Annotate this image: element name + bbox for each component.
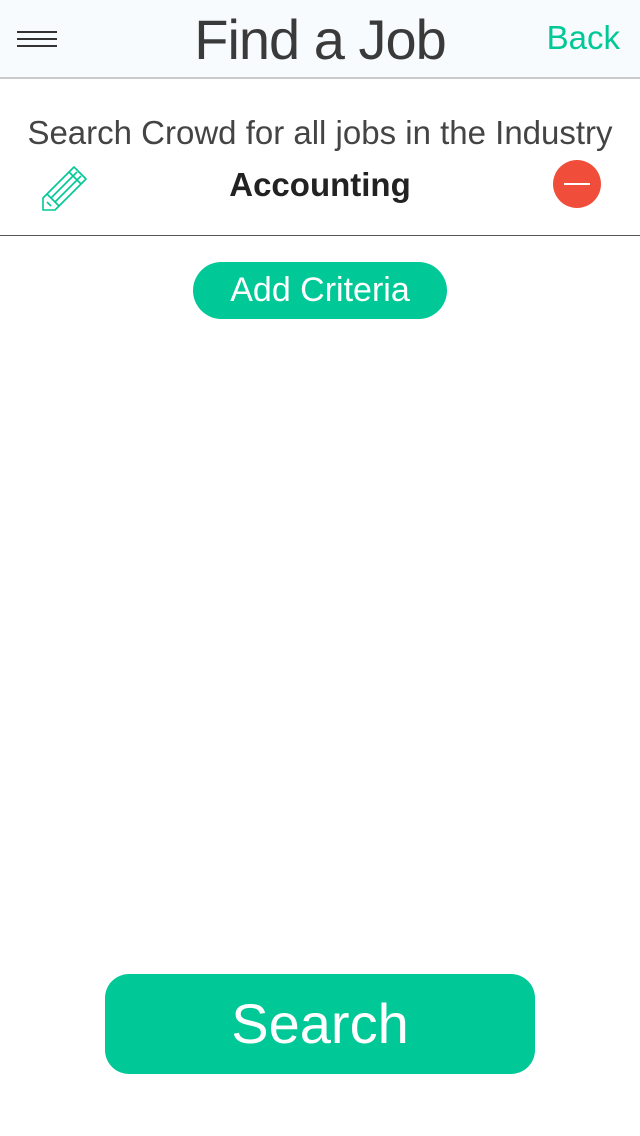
industry-criteria-row: Search Crowd for all jobs in the Industr… (0, 79, 640, 236)
menu-icon-line-middle (17, 38, 57, 40)
menu-icon-line-top (17, 31, 57, 33)
criteria-description: Search Crowd for all jobs in the Industr… (27, 114, 613, 151)
menu-icon-line-bottom (17, 45, 57, 47)
industry-value: Accounting (229, 166, 411, 203)
add-criteria-button[interactable]: Add Criteria (193, 262, 447, 319)
remove-criteria-button[interactable] (553, 160, 601, 208)
back-button[interactable]: Back (547, 18, 620, 58)
search-button[interactable]: Search (105, 974, 535, 1074)
header-bar: Find a Job Back (0, 0, 640, 79)
pencil-icon[interactable] (38, 161, 92, 215)
menu-button[interactable] (14, 26, 60, 52)
page-title: Find a Job (194, 8, 447, 71)
pencil-icon-graphic (42, 166, 87, 211)
